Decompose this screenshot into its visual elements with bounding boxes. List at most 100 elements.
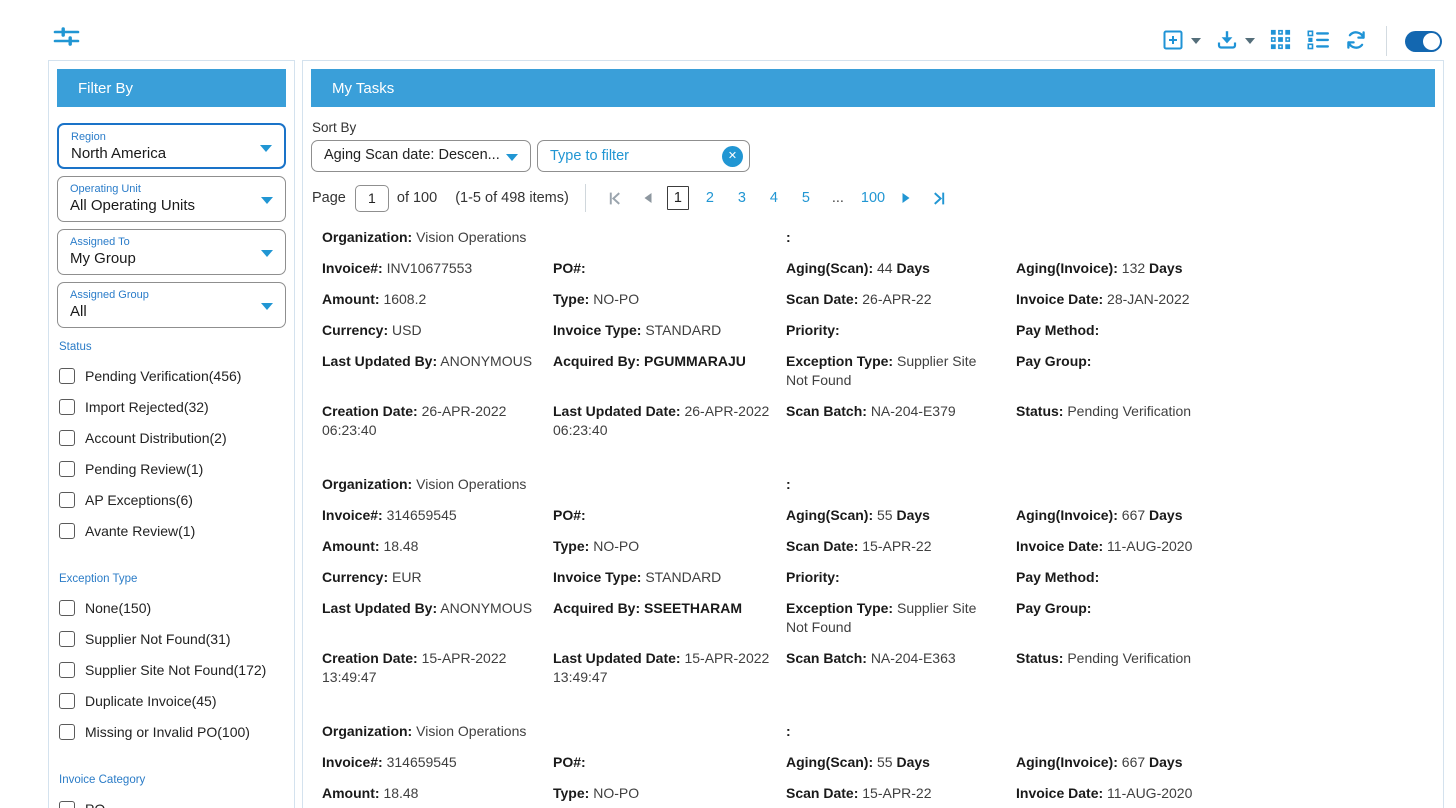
card-row: Organization: Vision Operations : — [322, 228, 1315, 259]
checkbox[interactable] — [59, 600, 75, 616]
checkbox-item[interactable]: Avante Review(1) — [57, 515, 286, 546]
last-page-button[interactable] — [925, 189, 952, 208]
checkbox-label: Pending Review(1) — [85, 461, 203, 477]
filter-input[interactable] — [550, 142, 715, 170]
field-cell: Organization: Vision Operations — [322, 722, 553, 753]
task-card: Organization: Vision Operations : Invoic… — [311, 473, 1435, 703]
filter-input-box: ✕ — [537, 140, 750, 172]
filter-sections: StatusPending Verification(456)Import Re… — [57, 341, 286, 808]
field-cell: Aging(Invoice): 667 Days — [1016, 506, 1246, 537]
field-value: 28-JAN-2022 — [1107, 291, 1190, 307]
field-cell: Invoice Date: 11-AUG-2020 — [1016, 784, 1246, 808]
checkbox-item[interactable]: Import Rejected(32) — [57, 391, 286, 422]
checkbox[interactable] — [59, 368, 75, 384]
checkbox-item[interactable]: Supplier Site Not Found(172) — [57, 654, 286, 685]
field-label: Organization: — [322, 229, 412, 245]
field-value: 667 — [1122, 507, 1145, 523]
filter-section-exception-type: Exception TypeNone(150)Supplier Not Foun… — [57, 573, 286, 747]
dropdown-assigned-to[interactable]: Assigned ToMy Group — [57, 229, 286, 275]
checkbox-item[interactable]: PO — [57, 793, 286, 808]
checkbox-item[interactable]: Account Distribution(2) — [57, 422, 286, 453]
field-value: 15-APR-22 — [862, 538, 931, 554]
field-label: Currency: — [322, 322, 388, 338]
checkbox-label: Supplier Not Found(31) — [85, 631, 231, 647]
field-label: Aging(Scan): — [786, 754, 873, 770]
field-value: 18.48 — [383, 785, 418, 801]
page-number-input[interactable] — [355, 185, 389, 212]
checkbox[interactable] — [59, 662, 75, 678]
sort-by-label: Sort By — [312, 120, 1435, 135]
checkbox-label: Avante Review(1) — [85, 523, 195, 539]
checkbox[interactable] — [59, 724, 75, 740]
checkbox-item[interactable]: Pending Verification(456) — [57, 360, 286, 391]
field-value-bold: Days — [896, 507, 929, 523]
filter-dropdowns: RegionNorth America Operating UnitAll Ope… — [57, 123, 286, 328]
checkbox[interactable] — [59, 461, 75, 477]
page-link[interactable]: 4 — [763, 186, 785, 210]
field-value: STANDARD — [645, 569, 721, 585]
field-label: Pay Group: — [1016, 600, 1091, 616]
page-link[interactable]: 2 — [699, 186, 721, 210]
field-value: INV10677553 — [387, 260, 473, 276]
field-label: Scan Batch: — [786, 650, 867, 666]
card-row: Organization: Vision Operations : — [322, 475, 1315, 506]
field-label: PO#: — [553, 754, 586, 770]
first-page-button[interactable] — [602, 189, 629, 208]
dropdown-assigned-group[interactable]: Assigned GroupAll — [57, 282, 286, 328]
field-label: PO#: — [553, 260, 586, 276]
field-label: PO#: — [553, 507, 586, 523]
checkbox[interactable] — [59, 492, 75, 508]
filter-menu-button[interactable] — [53, 25, 80, 51]
field-label: Acquired By: — [553, 600, 640, 616]
page-link[interactable]: 100 — [859, 186, 887, 210]
checkbox-label: Duplicate Invoice(45) — [85, 693, 217, 709]
page-link[interactable]: 5 — [795, 186, 817, 210]
field-cell — [553, 722, 786, 753]
page-link[interactable]: 3 — [731, 186, 753, 210]
chevron-down-icon — [261, 303, 273, 310]
field-cell: Organization: Vision Operations — [322, 228, 553, 259]
grid-view-button[interactable] — [1269, 28, 1292, 54]
checkbox-item[interactable]: Missing or Invalid PO(100) — [57, 716, 286, 747]
dropdown-region[interactable]: RegionNorth America — [57, 123, 286, 169]
checkbox-item[interactable]: None(150) — [57, 592, 286, 623]
refresh-button[interactable] — [1344, 28, 1368, 55]
field-label: Exception Type: — [786, 353, 893, 369]
field-value: 314659545 — [387, 507, 457, 523]
top-toolbar — [0, 0, 1456, 58]
checkbox-item[interactable]: Supplier Not Found(31) — [57, 623, 286, 654]
sort-select[interactable]: Aging Scan date: Descen... — [311, 140, 531, 172]
download-button[interactable] — [1215, 28, 1255, 55]
chevron-down-icon — [506, 154, 518, 161]
checkbox[interactable] — [59, 801, 75, 808]
field-label: Amount: — [322, 538, 380, 554]
checkbox-item[interactable]: AP Exceptions(6) — [57, 484, 286, 515]
dropdown-operating-unit[interactable]: Operating UnitAll Operating Units — [57, 176, 286, 222]
field-cell: Aging(Invoice): 667 Days — [1016, 753, 1246, 784]
pagination-bar: Page of 100 (1-5 of 498 items) 12345...1… — [312, 184, 1435, 212]
field-cell: Creation Date: 15-APR-2022 13:49:47 — [322, 649, 553, 699]
field-label: Pay Method: — [1016, 322, 1099, 338]
add-button[interactable] — [1161, 28, 1201, 55]
view-toggle[interactable] — [1405, 31, 1442, 52]
checkbox[interactable] — [59, 631, 75, 647]
checkbox[interactable] — [59, 430, 75, 446]
field-label: : — [786, 723, 791, 739]
field-value: EUR — [392, 569, 422, 585]
checkbox-item[interactable]: Pending Review(1) — [57, 453, 286, 484]
previous-page-button[interactable] — [637, 190, 659, 206]
checkbox[interactable] — [59, 523, 75, 539]
toggle-knob — [1423, 33, 1440, 50]
card-row: Currency: EUR Invoice Type: STANDARD Pri… — [322, 568, 1315, 599]
checkbox[interactable] — [59, 693, 75, 709]
next-page-button[interactable] — [895, 190, 917, 206]
field-label: Acquired By: — [553, 353, 640, 369]
checkbox[interactable] — [59, 399, 75, 415]
clear-filter-button[interactable]: ✕ — [722, 146, 743, 167]
field-label: Priority: — [786, 569, 840, 585]
dropdown-label: Operating Unit — [70, 183, 251, 196]
items-count-text: (1-5 of 498 items) — [455, 190, 569, 206]
checkbox-item[interactable]: Duplicate Invoice(45) — [57, 685, 286, 716]
field-value: ANONYMOUS — [440, 600, 532, 616]
list-view-button[interactable] — [1306, 29, 1330, 54]
